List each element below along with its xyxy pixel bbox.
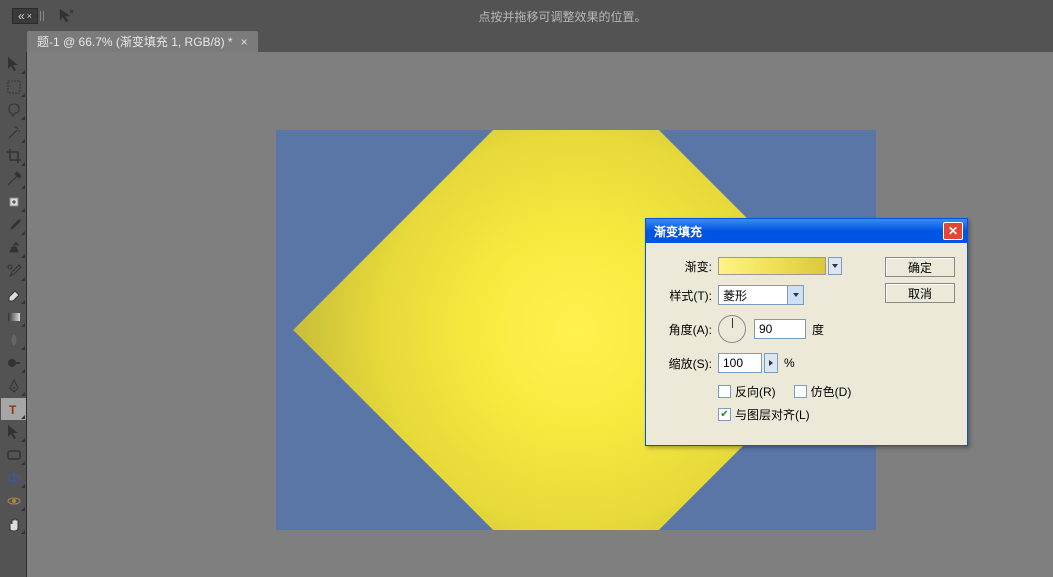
magic-wand-tool[interactable]: [1, 122, 26, 144]
eyedropper-tool[interactable]: [1, 168, 26, 190]
toolbox: T: [0, 52, 27, 577]
dither-label: 仿色(D): [811, 383, 852, 400]
eraser-tool[interactable]: [1, 283, 26, 305]
brush-tool[interactable]: [1, 214, 26, 236]
dialog-body: 渐变: 样式(T): 菱形 角度(A): 90 度 缩放(S): 100: [646, 243, 967, 445]
style-select[interactable]: 菱形: [718, 285, 804, 305]
align-checkbox[interactable]: ✔ 与图层对齐(L): [718, 406, 810, 423]
style-row: 样式(T): 菱形: [658, 285, 875, 305]
angle-row: 角度(A): 90 度: [658, 315, 875, 343]
type-tool[interactable]: T: [1, 398, 26, 420]
document-tab[interactable]: 题-1 @ 66.7% (渐变填充 1, RGB/8) * ×: [27, 31, 258, 52]
history-brush-tool[interactable]: [1, 260, 26, 282]
marquee-tool[interactable]: [1, 76, 26, 98]
checkbox-icon: [718, 385, 731, 398]
3d-pan-tool[interactable]: [1, 490, 26, 512]
scale-row: 缩放(S): 100 %: [658, 353, 875, 373]
dialog-titlebar[interactable]: 渐变填充 ✕: [646, 219, 967, 243]
svg-text:T: T: [9, 403, 17, 417]
scale-input[interactable]: 100: [718, 353, 762, 373]
checkbox-checked-icon: ✔: [718, 408, 731, 421]
style-label: 样式(T):: [658, 287, 718, 304]
align-label: 与图层对齐(L): [735, 406, 810, 423]
dialog-title-text: 渐变填充: [650, 223, 943, 240]
crop-tool[interactable]: [1, 145, 26, 167]
lasso-tool[interactable]: [1, 99, 26, 121]
close-icon: ×: [27, 11, 32, 21]
options-hint-text: 点按并拖移可调整效果的位置。: [76, 8, 1049, 25]
cancel-button[interactable]: 取消: [885, 283, 955, 303]
document-tab-title: 题-1 @ 66.7% (渐变填充 1, RGB/8) *: [37, 33, 233, 50]
reverse-label: 反向(R): [735, 383, 776, 400]
style-value: 菱形: [719, 287, 787, 304]
clone-stamp-tool[interactable]: [1, 237, 26, 259]
gradient-swatch[interactable]: [718, 257, 826, 275]
gradient-tool[interactable]: [1, 306, 26, 328]
hand-tool[interactable]: [1, 513, 26, 535]
pen-tool[interactable]: [1, 375, 26, 397]
angle-unit: 度: [812, 321, 824, 338]
dialog-close-button[interactable]: ✕: [943, 222, 963, 240]
dodge-tool[interactable]: [1, 352, 26, 374]
checkbox-group: 反向(R) 仿色(D) ✔ 与图层对齐(L): [718, 383, 875, 423]
scale-label: 缩放(S):: [658, 355, 718, 372]
ok-button[interactable]: 确定: [885, 257, 955, 277]
path-selection-tool[interactable]: [1, 421, 26, 443]
3d-rotate-tool[interactable]: [1, 467, 26, 489]
dialog-buttons: 确定 取消: [885, 257, 955, 429]
shape-tool[interactable]: [1, 444, 26, 466]
gradient-label: 渐变:: [658, 258, 718, 275]
options-bar: « × 点按并拖移可调整效果的位置。: [0, 0, 1053, 32]
angle-dial[interactable]: [718, 315, 746, 343]
dialog-fields: 渐变: 样式(T): 菱形 角度(A): 90 度 缩放(S): 100: [658, 257, 875, 429]
dither-checkbox[interactable]: 仿色(D): [794, 383, 852, 400]
angle-input[interactable]: 90: [754, 319, 806, 339]
angle-label: 角度(A):: [658, 321, 718, 338]
options-grip[interactable]: [38, 8, 54, 24]
checkbox-icon: [794, 385, 807, 398]
move-tool-icon: [58, 7, 76, 25]
scale-stepper-button[interactable]: [764, 353, 778, 373]
document-tab-bar: 题-1 @ 66.7% (渐变填充 1, RGB/8) * ×: [0, 32, 1053, 52]
healing-brush-tool[interactable]: [1, 191, 26, 213]
chevron-down-icon: [787, 286, 803, 304]
tab-close-icon[interactable]: ×: [241, 35, 248, 49]
gradient-dropdown-button[interactable]: [828, 257, 842, 275]
gradient-fill-dialog: 渐变填充 ✕ 渐变: 样式(T): 菱形 角度(A): 90 度: [645, 218, 968, 446]
chevron-left-icon: «: [18, 9, 25, 23]
move-tool[interactable]: [1, 53, 26, 75]
reverse-checkbox[interactable]: 反向(R): [718, 383, 776, 400]
gradient-row: 渐变:: [658, 257, 875, 275]
panel-collapse-button[interactable]: « ×: [12, 8, 38, 24]
scale-unit: %: [784, 356, 795, 370]
blur-tool[interactable]: [1, 329, 26, 351]
